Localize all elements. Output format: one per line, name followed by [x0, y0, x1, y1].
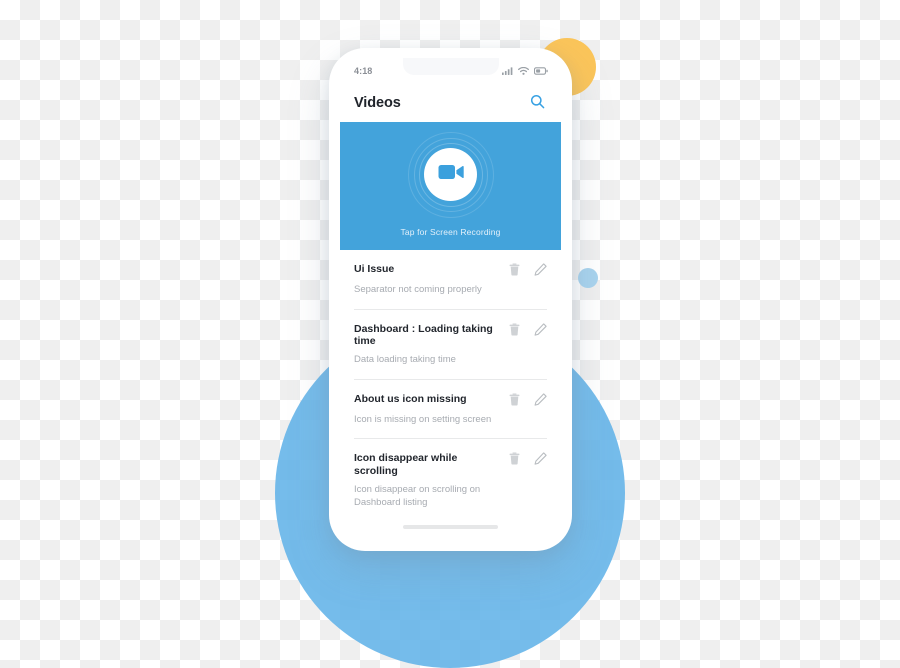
issue-row: Dashboard : Loading taking time [354, 323, 547, 348]
status-bar-icons [502, 67, 548, 75]
delete-button[interactable] [508, 323, 521, 339]
trash-icon [509, 452, 520, 468]
edit-button[interactable] [534, 393, 547, 409]
list-item[interactable]: Dashboard : Loading taking time Data loa… [354, 310, 547, 380]
banner-caption: Tap for Screen Recording [400, 226, 501, 237]
list-item[interactable]: About us icon missing Icon is missing on… [354, 380, 547, 440]
video-camera-icon [438, 163, 464, 186]
issue-actions [508, 393, 547, 408]
home-indicator-area [340, 513, 561, 541]
list-item[interactable]: Icon disappear while scrolling Icon disa… [354, 439, 547, 513]
decorative-small-blue-dot [578, 268, 598, 288]
issue-title: Icon disappear while scrolling [354, 452, 458, 478]
issue-actions [508, 323, 547, 338]
issue-list: Ui Issue Separator not coming properly D… [340, 250, 561, 513]
delete-button[interactable] [508, 263, 521, 279]
pencil-icon [534, 393, 547, 409]
issue-description: Separator not coming properly [354, 284, 482, 295]
phone-notch [402, 58, 499, 75]
app-header: Videos [340, 84, 561, 122]
issue-actions [508, 263, 547, 278]
issue-row: Icon disappear while scrolling [354, 452, 547, 477]
search-button[interactable] [527, 93, 547, 113]
issue-title: About us icon missing [354, 392, 467, 405]
mockup-scene: 4:18 Videos Tap for Screen Recording Ui … [0, 0, 900, 668]
list-item[interactable]: Ui Issue Separator not coming properly [354, 250, 547, 310]
delete-button[interactable] [508, 393, 521, 409]
delete-button[interactable] [508, 452, 521, 468]
edit-button[interactable] [534, 323, 547, 339]
record-button-circle[interactable] [424, 148, 477, 201]
issue-description: Icon is missing on setting screen [354, 413, 492, 425]
home-indicator[interactable] [403, 525, 498, 529]
trash-icon [509, 393, 520, 409]
issue-row: Ui Issue [354, 263, 547, 278]
battery-icon [534, 67, 548, 75]
issue-title: Dashboard : Loading taking time [354, 322, 493, 348]
signal-icon [502, 67, 513, 75]
issue-row: About us icon missing [354, 393, 547, 408]
issue-title: Ui Issue [354, 263, 395, 275]
edit-button[interactable] [534, 263, 547, 279]
phone-device: 4:18 Videos Tap for Screen Recording Ui … [329, 48, 572, 551]
trash-icon [509, 323, 520, 339]
pencil-icon [534, 452, 547, 468]
phone-screen: 4:18 Videos Tap for Screen Recording Ui … [340, 58, 561, 541]
pencil-icon [534, 263, 547, 279]
issue-description: Icon disappear on scrolling on Dashboard… [354, 483, 481, 509]
pencil-icon [534, 323, 547, 339]
edit-button[interactable] [534, 452, 547, 468]
status-bar: 4:18 [340, 58, 561, 84]
page-title: Videos [354, 95, 401, 111]
screen-recording-banner[interactable]: Tap for Screen Recording [340, 122, 561, 250]
issue-description: Data loading taking time [354, 353, 456, 365]
trash-icon [509, 263, 520, 279]
issue-actions [508, 452, 547, 467]
status-bar-time: 4:18 [354, 66, 373, 76]
wifi-icon [518, 67, 529, 75]
search-icon [530, 94, 545, 112]
pulse-rings [407, 131, 494, 218]
